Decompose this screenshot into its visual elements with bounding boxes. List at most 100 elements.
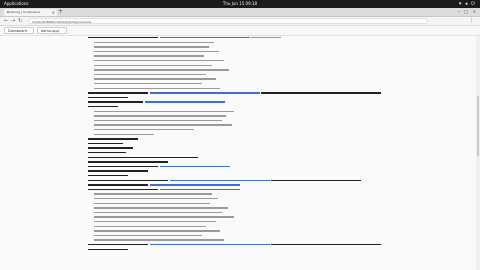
log-line	[88, 106, 120, 108]
log-line	[94, 193, 214, 195]
forward-icon[interactable]: →	[11, 17, 15, 25]
log-line	[88, 147, 135, 149]
log-line	[88, 161, 170, 163]
log-line	[88, 101, 226, 103]
log-text	[94, 230, 220, 232]
log-line	[94, 78, 218, 80]
log-line	[94, 133, 156, 136]
back-icon[interactable]: ←	[4, 17, 8, 25]
browser-tab[interactable]: Build log | Continuous Integration ×	[4, 9, 57, 21]
log-line	[94, 216, 236, 218]
log-text	[94, 73, 206, 76]
log-line	[94, 60, 226, 62]
log-line	[94, 50, 221, 53]
log-text	[94, 221, 216, 223]
log-text	[88, 248, 128, 250]
log-text	[88, 244, 148, 246]
log-line	[94, 55, 206, 57]
log-text	[94, 78, 216, 80]
system-tray[interactable]: ▾ ◂ ⏻	[459, 0, 476, 8]
log-line	[94, 225, 208, 228]
log-text	[94, 83, 202, 85]
log-text	[88, 156, 198, 158]
browser-menu-icon[interactable]: ⋮	[469, 17, 474, 25]
log-text	[94, 234, 202, 237]
system-top-bar: Applications Thu Jun 15 09:18 ▾ ◂ ⏻	[0, 0, 480, 8]
log-line	[94, 119, 224, 122]
log-text	[94, 41, 214, 43]
log-text	[88, 170, 148, 172]
log-line	[88, 96, 130, 99]
log-text	[94, 202, 210, 204]
log-link[interactable]	[159, 37, 250, 39]
console-log	[88, 36, 408, 270]
log-text	[271, 179, 361, 181]
log-line	[94, 198, 220, 200]
power-icon[interactable]: ⏻	[471, 1, 476, 7]
log-link[interactable]	[169, 179, 270, 181]
log-text	[94, 110, 234, 112]
log-link[interactable]	[144, 101, 225, 103]
log-line	[94, 87, 222, 90]
log-text	[94, 225, 206, 227]
log-text	[94, 64, 212, 66]
volume-icon[interactable]: ◂	[465, 1, 469, 7]
log-line	[94, 46, 211, 48]
minimize-button[interactable]: –	[458, 9, 460, 15]
new-tab-button[interactable]: +	[58, 8, 63, 16]
log-line	[94, 221, 218, 223]
network-icon[interactable]: ▾	[459, 1, 463, 7]
log-text	[251, 37, 281, 39]
log-line	[94, 41, 216, 44]
log-text	[94, 239, 224, 241]
log-link[interactable]	[149, 184, 240, 186]
address-bar[interactable]: localhost:8080/ci/build/job/logs/console	[28, 18, 428, 24]
log-text	[88, 152, 126, 154]
log-line	[94, 73, 208, 76]
scrollbar-thumb[interactable]	[477, 96, 479, 156]
page-content	[0, 36, 480, 270]
clock[interactable]: Thu Jun 15 09:18	[0, 0, 480, 8]
bookmark-dashboard[interactable]: Dashboard	[4, 27, 34, 34]
reload-icon[interactable]: ↻	[18, 17, 22, 25]
log-text	[94, 129, 194, 131]
log-text	[94, 207, 228, 209]
close-window-button[interactable]: ×	[473, 9, 476, 15]
log-text	[94, 69, 229, 71]
log-text	[94, 198, 218, 200]
log-text	[88, 147, 133, 149]
log-text	[94, 50, 219, 53]
log-text	[88, 106, 118, 108]
log-line	[88, 156, 200, 159]
log-link[interactable]	[149, 244, 270, 246]
log-line	[94, 230, 222, 232]
close-tab-icon[interactable]: ×	[52, 9, 55, 16]
log-text	[94, 133, 154, 135]
scrollbar[interactable]	[476, 36, 480, 270]
log-text	[94, 119, 222, 122]
log-text	[94, 60, 224, 62]
log-link[interactable]	[159, 188, 240, 191]
bookmark-demo-app[interactable]: demo-app	[37, 27, 67, 34]
maximize-button[interactable]: □	[464, 9, 468, 15]
log-text	[88, 37, 158, 39]
log-text	[88, 101, 143, 103]
log-link[interactable]	[159, 165, 230, 168]
log-line	[88, 142, 125, 145]
log-link[interactable]	[149, 92, 260, 94]
log-text	[94, 193, 212, 195]
log-line	[94, 211, 224, 214]
log-line	[88, 248, 130, 251]
log-line	[94, 83, 204, 85]
log-line	[94, 129, 196, 131]
log-line	[94, 64, 214, 67]
log-line	[88, 175, 130, 177]
log-line	[88, 188, 241, 191]
bookmarks-bar: Dashboard demo-app	[0, 26, 480, 36]
navigation-bar: ← → ↻ localhost:8080/ci/build/job/logs/c…	[0, 17, 480, 26]
log-text	[94, 216, 234, 218]
log-text	[88, 92, 148, 94]
log-line	[88, 92, 383, 94]
log-line	[88, 244, 383, 246]
url-text: localhost:8080/ci/build/job/logs/console	[32, 20, 92, 24]
